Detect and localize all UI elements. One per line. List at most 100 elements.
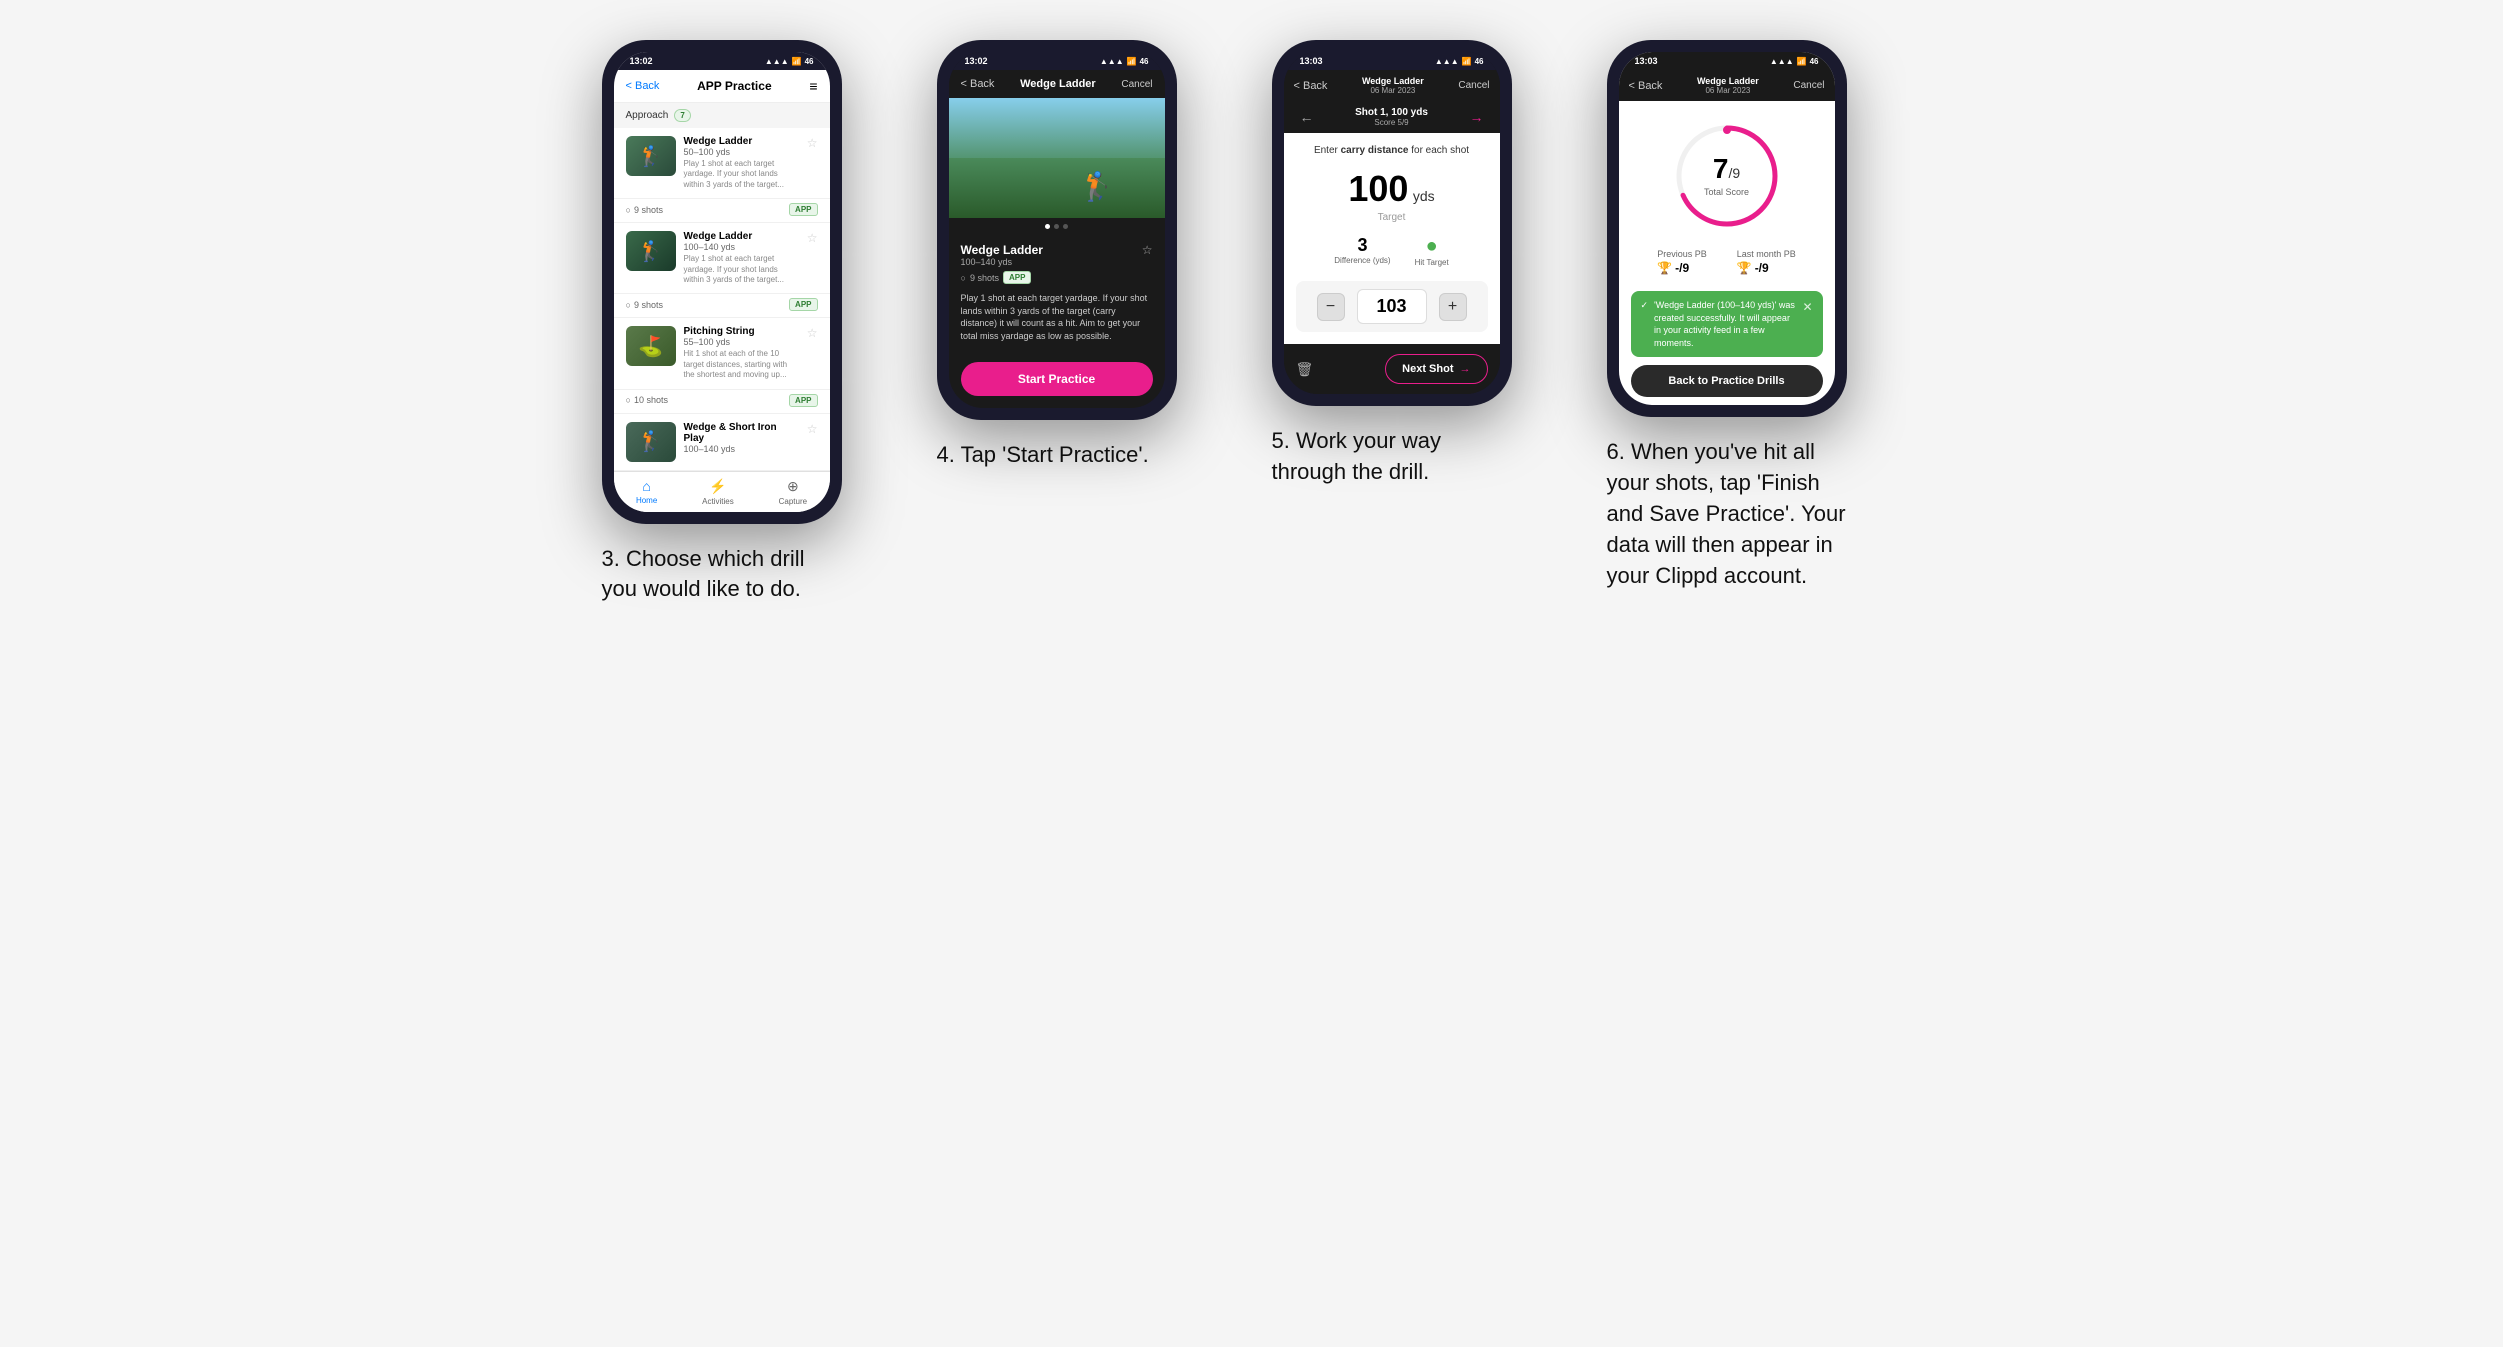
battery-icon-2: 46	[1140, 57, 1149, 66]
check-icon: ✓	[1641, 299, 1649, 312]
phone2-inner: 13:02 ▲▲▲ 📶 46 < Back Wedge Ladder Cance…	[949, 52, 1165, 408]
drill-item-4[interactable]: 🏌️ Wedge & Short Iron Play 100–140 yds ☆	[614, 414, 830, 471]
drill-detail-shots: ○ 9 shots APP	[961, 271, 1153, 284]
phone3-status-icons: ▲▲▲ 📶 46	[1435, 57, 1484, 66]
section-label: Approach	[626, 110, 669, 121]
toast-close-button[interactable]: ✕	[1802, 299, 1812, 316]
drill-yds-2: 100–140 yds	[684, 242, 799, 252]
wifi-icon-3: 📶	[1462, 57, 1472, 66]
next-shot-arrow[interactable]: →	[1470, 109, 1484, 125]
delete-icon[interactable]: 🗑	[1296, 361, 1314, 378]
next-shot-arrow-icon: →	[1460, 363, 1471, 375]
distance-input[interactable]: 103	[1357, 289, 1427, 324]
phone1-nav: < Back APP Practice ≡	[614, 70, 830, 103]
phone4-section: 13:03 ▲▲▲ 📶 46 < Back Wedge Ladder 06 Ma…	[1607, 40, 1902, 591]
activities-label: Activities	[702, 497, 734, 506]
prev-shot-arrow[interactable]: ←	[1300, 109, 1314, 125]
phone1-status-bar: 13:02 ▲▲▲ 📶 46	[614, 52, 830, 70]
nav-activities[interactable]: ⚡ Activities	[702, 478, 734, 506]
section-header: Approach 7	[614, 103, 830, 128]
phone1-time: 13:02	[630, 56, 653, 66]
app-badge-1: APP	[789, 203, 817, 216]
phone2-frame: 13:02 ▲▲▲ 📶 46 < Back Wedge Ladder Cance…	[937, 40, 1177, 420]
phone3-inner: 13:03 ▲▲▲ 📶 46 < Back Wedge Ladder 06 Ma…	[1284, 52, 1500, 394]
nav-home[interactable]: ⌂ Home	[636, 478, 657, 506]
dot-2	[1054, 224, 1059, 229]
drill-yds-4: 100–140 yds	[684, 444, 799, 454]
difference-val: 3	[1334, 235, 1390, 256]
score-denom: /9	[1728, 165, 1740, 181]
phone1-section: 13:02 ▲▲▲ 📶 46 < Back APP Practice ≡ App…	[602, 40, 897, 605]
signal-icon-3: ▲▲▲	[1435, 57, 1459, 66]
previous-pb: Previous PB 🏆 -/9	[1657, 249, 1707, 275]
drill-yds-1: 50–100 yds	[684, 147, 799, 157]
previous-pb-label: Previous PB	[1657, 249, 1707, 259]
target-unit: yds	[1413, 188, 1435, 204]
phone4-frame: 13:03 ▲▲▲ 📶 46 < Back Wedge Ladder 06 Ma…	[1607, 40, 1847, 417]
start-practice-button[interactable]: Start Practice	[961, 362, 1153, 396]
drill-desc-1: Play 1 shot at each target yardage. If y…	[684, 159, 799, 190]
phone4-back[interactable]: < Back	[1629, 80, 1663, 92]
minus-button[interactable]: −	[1317, 293, 1345, 321]
phone2-time: 13:02	[965, 56, 988, 66]
drill-name-1: Wedge Ladder	[684, 136, 799, 147]
bookmark-icon-4[interactable]: ☆	[807, 422, 818, 436]
drill-detail-desc: Play 1 shot at each target yardage. If y…	[961, 292, 1153, 342]
back-button[interactable]: < Back	[626, 80, 660, 92]
phone3-back[interactable]: < Back	[1294, 80, 1328, 92]
drill-name-4: Wedge & Short Iron Play	[684, 422, 799, 444]
phone4-status-bar: 13:03 ▲▲▲ 📶 46	[1619, 52, 1835, 70]
wifi-icon: 📶	[792, 57, 802, 66]
phone3-frame: 13:03 ▲▲▲ 📶 46 < Back Wedge Ladder 06 Ma…	[1272, 40, 1512, 406]
bookmark-icon-detail[interactable]: ☆	[1142, 243, 1153, 257]
battery-icon-3: 46	[1475, 57, 1484, 66]
drill-shots-label: 9 shots	[970, 273, 999, 283]
shots-label-1: 9 shots	[634, 205, 663, 215]
drill-detail-yds: 100–140 yds	[961, 257, 1043, 267]
menu-button[interactable]: ≡	[809, 78, 817, 94]
score-label: Total Score	[1704, 187, 1749, 197]
back-to-drills-button[interactable]: Back to Practice Drills	[1631, 365, 1823, 397]
home-label: Home	[636, 496, 657, 505]
image-dots	[949, 218, 1165, 235]
bookmark-icon-3[interactable]: ☆	[807, 326, 818, 340]
shot-score: Score 5/9	[1355, 118, 1428, 127]
phone4-inner: 13:03 ▲▲▲ 📶 46 < Back Wedge Ladder 06 Ma…	[1619, 52, 1835, 405]
hit-target-label: Hit Target	[1415, 258, 1449, 267]
hero-golfer-icon: 🏌️	[1080, 170, 1115, 203]
phone4-nav-date: 06 Mar 2023	[1697, 86, 1759, 95]
drill-info-1: Wedge Ladder 50–100 yds Play 1 shot at e…	[684, 136, 799, 190]
caption-4: 6. When you've hit all your shots, tap '…	[1607, 437, 1847, 591]
drill-item-1[interactable]: 🏌️ Wedge Ladder 50–100 yds Play 1 shot a…	[614, 128, 830, 223]
phone1-inner: 13:02 ▲▲▲ 📶 46 < Back APP Practice ≡ App…	[614, 52, 830, 512]
phone4-nav-subtitle: Wedge Ladder	[1697, 76, 1759, 86]
battery-icon-4: 46	[1810, 57, 1819, 66]
next-shot-button[interactable]: Next Shot →	[1385, 354, 1487, 384]
phone2-cancel[interactable]: Cancel	[1121, 79, 1152, 90]
capture-label: Capture	[779, 497, 807, 506]
pb-row: Previous PB 🏆 -/9 Last month PB 🏆 -/9	[1619, 241, 1835, 283]
phone2-status-bar: 13:02 ▲▲▲ 📶 46	[949, 52, 1165, 70]
score-circle-container: 7 /9 Total Score	[1619, 101, 1835, 241]
bookmark-icon-2[interactable]: ☆	[807, 231, 818, 245]
activities-icon: ⚡	[709, 478, 726, 495]
previous-pb-val: -/9	[1675, 261, 1689, 275]
dot-3	[1063, 224, 1068, 229]
drill-item-3[interactable]: ⛳ Pitching String 55–100 yds Hit 1 shot …	[614, 318, 830, 413]
phone4-cancel[interactable]: Cancel	[1793, 80, 1824, 91]
phone4-nav-center: Wedge Ladder 06 Mar 2023	[1697, 76, 1759, 95]
plus-button[interactable]: +	[1439, 293, 1467, 321]
drill-info-3: Pitching String 55–100 yds Hit 1 shot at…	[684, 326, 799, 380]
phone2-back[interactable]: < Back	[961, 78, 995, 90]
trophy-icon-1: 🏆	[1657, 261, 1672, 275]
bookmark-icon-1[interactable]: ☆	[807, 136, 818, 150]
phone1-frame: 13:02 ▲▲▲ 📶 46 < Back APP Practice ≡ App…	[602, 40, 842, 524]
drill-yds-3: 55–100 yds	[684, 337, 799, 347]
caption-3: 5. Work your way through the drill.	[1272, 426, 1512, 488]
drill-item-2[interactable]: 🏌️ Wedge Ladder 100–140 yds Play 1 shot …	[614, 223, 830, 318]
home-icon: ⌂	[642, 478, 650, 494]
phone3-time: 13:03	[1300, 56, 1323, 66]
nav-capture[interactable]: ⊕ Capture	[779, 478, 807, 506]
phone3-cancel[interactable]: Cancel	[1458, 80, 1489, 91]
phone1-status-icons: ▲▲▲ 📶 46	[765, 57, 814, 66]
